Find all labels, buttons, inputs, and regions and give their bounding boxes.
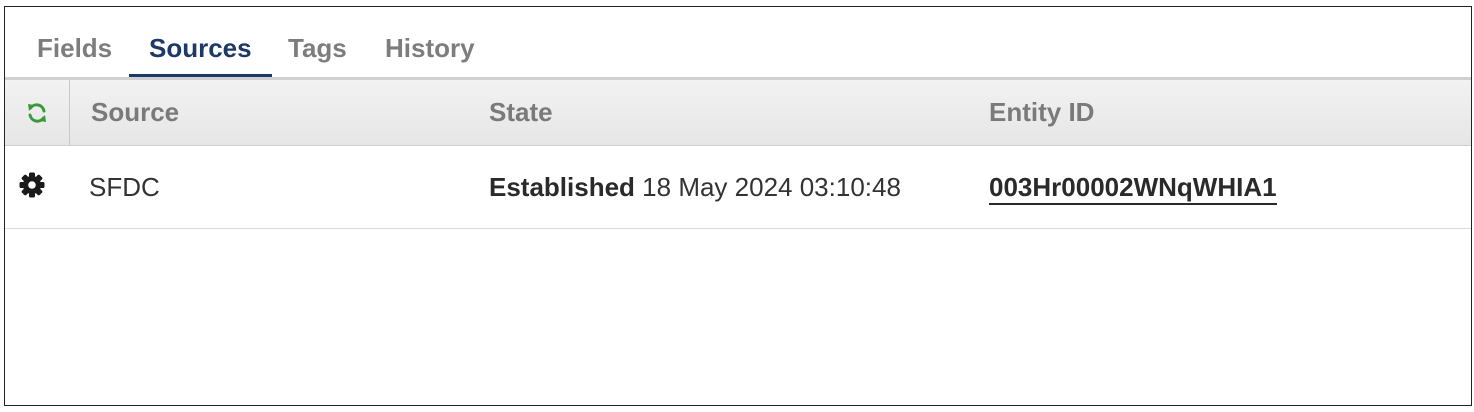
state-label: Established <box>489 172 635 202</box>
refresh-icon[interactable] <box>25 101 49 125</box>
state-cell: Established 18 May 2024 03:10:48 <box>489 146 901 228</box>
column-header-entity-id[interactable]: Entity ID <box>989 80 1094 145</box>
entity-id-link[interactable]: 003Hr00002WNqWHIA1 <box>989 172 1277 205</box>
column-header-source[interactable]: Source <box>91 80 179 145</box>
tab-bar: Fields Sources Tags History <box>5 7 1471 80</box>
sources-panel: Fields Sources Tags History Source State… <box>4 6 1472 406</box>
state-timestamp: 18 May 2024 03:10:48 <box>642 172 901 202</box>
refresh-button[interactable] <box>5 80 70 145</box>
tab-fields[interactable]: Fields <box>17 31 132 77</box>
tab-sources[interactable]: Sources <box>129 31 272 77</box>
entity-id-cell: 003Hr00002WNqWHIA1 <box>989 146 1277 228</box>
table-header: Source State Entity ID <box>5 80 1471 146</box>
column-header-state[interactable]: State <box>489 80 553 145</box>
tab-history[interactable]: History <box>365 31 495 77</box>
table-row: SFDC Established 18 May 2024 03:10:48 00… <box>5 146 1471 229</box>
tab-tags[interactable]: Tags <box>268 31 367 77</box>
source-cell: SFDC <box>89 172 160 202</box>
row-settings-button[interactable] <box>17 146 47 224</box>
gear-icon[interactable] <box>18 171 46 199</box>
